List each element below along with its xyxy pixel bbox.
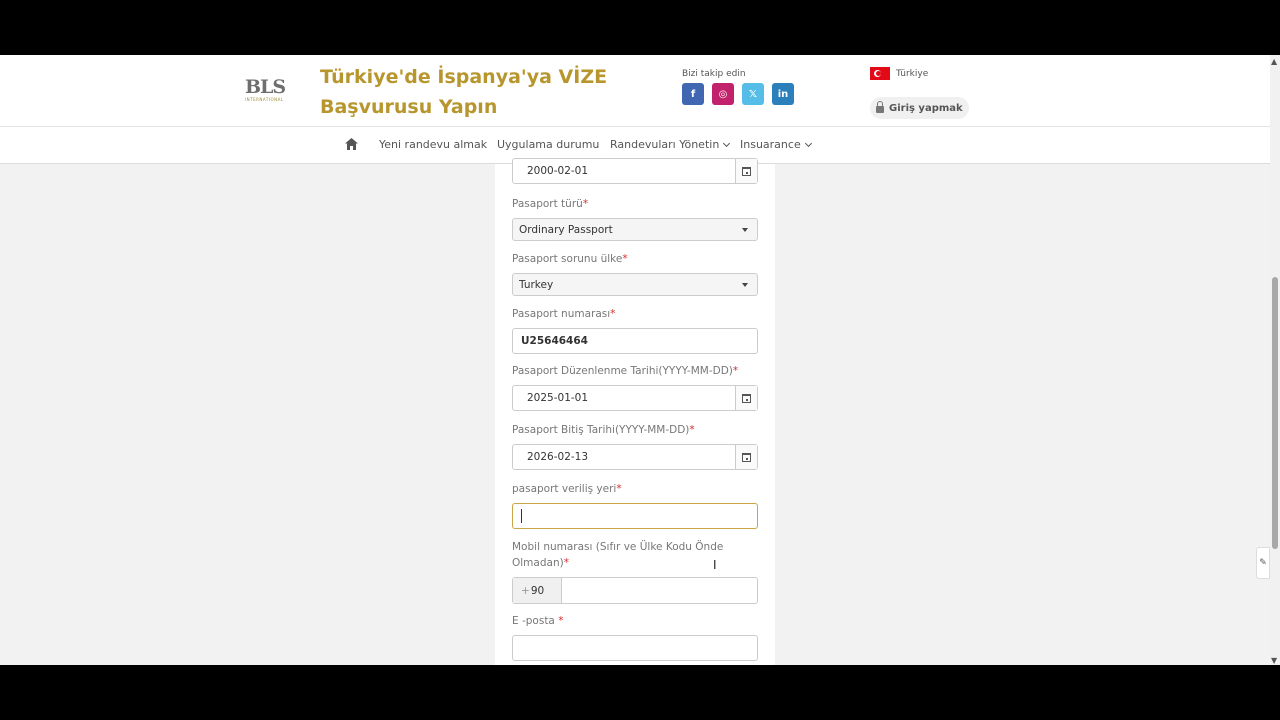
passport-number-input[interactable]: U25646464 <box>512 328 758 354</box>
site-header: BLS INTERNATIONAL Türkiye'de İspanya'ya … <box>0 55 1270 127</box>
calendar-button[interactable] <box>735 445 757 469</box>
passport-number-label: Pasaport numarası* <box>512 308 616 320</box>
language-label: Türkiye <box>896 68 929 79</box>
calendar-icon <box>742 166 751 176</box>
issue-date-field[interactable]: 2025-01-01 <box>512 385 758 411</box>
scroll-down-icon[interactable]: ▼ <box>1271 656 1277 665</box>
chevron-down-icon <box>804 139 812 148</box>
calendar-icon <box>742 393 751 403</box>
issue-place-input[interactable] <box>512 503 758 529</box>
instagram-icon[interactable]: ◎ <box>712 83 734 105</box>
follow-label: Bizi takip edin <box>682 69 746 79</box>
letterbox-top <box>0 0 1280 55</box>
issue-place-label: pasaport veriliş yeri* <box>512 483 622 495</box>
expiry-date-label: Pasaport Bitiş Tarihi(YYYY-MM-DD)* <box>512 424 695 436</box>
social-links: f ◎ 𝕏 in <box>682 83 794 105</box>
passport-type-label: Pasaport türü* <box>512 198 589 210</box>
country-code: +90 <box>513 578 562 603</box>
mobile-label: Mobil numarası (Sıfır ve Ülke Kodu Önde … <box>512 541 724 569</box>
ibeam-cursor-icon: I <box>713 558 717 572</box>
browser-viewport: BLS INTERNATIONAL Türkiye'de İspanya'ya … <box>0 55 1280 665</box>
calendar-icon <box>742 452 751 462</box>
expiry-date-value: 2026-02-13 <box>527 451 589 463</box>
login-button[interactable]: Giriş yapmak <box>870 97 969 119</box>
x-twitter-icon[interactable]: 𝕏 <box>742 83 764 105</box>
logo-subtext: INTERNATIONAL <box>245 97 284 102</box>
passport-country-select[interactable]: Turkey <box>512 273 758 296</box>
lock-icon <box>876 101 884 113</box>
letterbox-bottom <box>0 665 1280 720</box>
calendar-button[interactable] <box>735 159 757 183</box>
mobile-field: +90 <box>512 577 758 604</box>
facebook-icon[interactable]: f <box>682 83 704 105</box>
turkey-flag-icon <box>870 67 890 80</box>
scrollbar-thumb[interactable] <box>1272 277 1278 549</box>
chevron-down-icon <box>723 139 731 148</box>
passport-type-value: Ordinary Passport <box>519 223 613 236</box>
mobile-input[interactable] <box>562 578 757 603</box>
logo-text: BLS <box>245 76 286 98</box>
linkedin-icon[interactable]: in <box>772 83 794 105</box>
issue-date-value: 2025-01-01 <box>527 392 589 404</box>
nav-item-new-appointment[interactable]: Yeni randevu almak <box>379 138 487 151</box>
birth-date-value: 2000-02-01 <box>527 165 589 177</box>
passport-type-select[interactable]: Ordinary Passport <box>512 218 758 241</box>
nav-item-insurance[interactable]: Insuarance <box>740 138 812 151</box>
login-label: Giriş yapmak <box>889 102 963 114</box>
email-input[interactable] <box>512 635 758 661</box>
bls-logo[interactable]: BLS INTERNATIONAL <box>245 76 286 105</box>
issue-date-label: Pasaport Düzenlenme Tarihi(YYYY-MM-DD)* <box>512 365 739 377</box>
home-icon[interactable] <box>345 138 358 150</box>
title-line-2: Başvurusu Yapın <box>320 96 498 118</box>
feedback-tab-icon[interactable]: ✎ <box>1256 547 1270 579</box>
vertical-scrollbar[interactable]: ▲ ▼ <box>1270 55 1280 665</box>
dropdown-arrow-icon <box>742 227 748 232</box>
title-line-1: Türkiye'de İspanya'ya VİZE <box>320 66 608 88</box>
passport-country-label: Pasaport sorunu ülke* <box>512 253 628 265</box>
dropdown-arrow-icon <box>742 282 748 287</box>
passport-country-value: Turkey <box>519 278 554 291</box>
calendar-button[interactable] <box>735 386 757 410</box>
text-cursor <box>521 509 522 523</box>
language-selector[interactable]: Türkiye <box>870 67 928 80</box>
email-label: E -posta * <box>512 615 564 627</box>
birth-date-field[interactable]: 2000-02-01 <box>512 158 758 184</box>
expiry-date-field[interactable]: 2026-02-13 <box>512 444 758 470</box>
application-form: 2000-02-01 Pasaport türü* Ordinary Passp… <box>495 158 775 665</box>
nav-item-application-status[interactable]: Uygulama durumu <box>497 138 599 151</box>
scroll-up-icon[interactable]: ▲ <box>1271 57 1277 66</box>
nav-item-manage-appointments[interactable]: Randevuları Yönetin <box>610 138 731 151</box>
page-title: Türkiye'de İspanya'ya VİZE Başvurusu Yap… <box>320 62 620 122</box>
passport-number-value: U25646464 <box>521 335 588 347</box>
